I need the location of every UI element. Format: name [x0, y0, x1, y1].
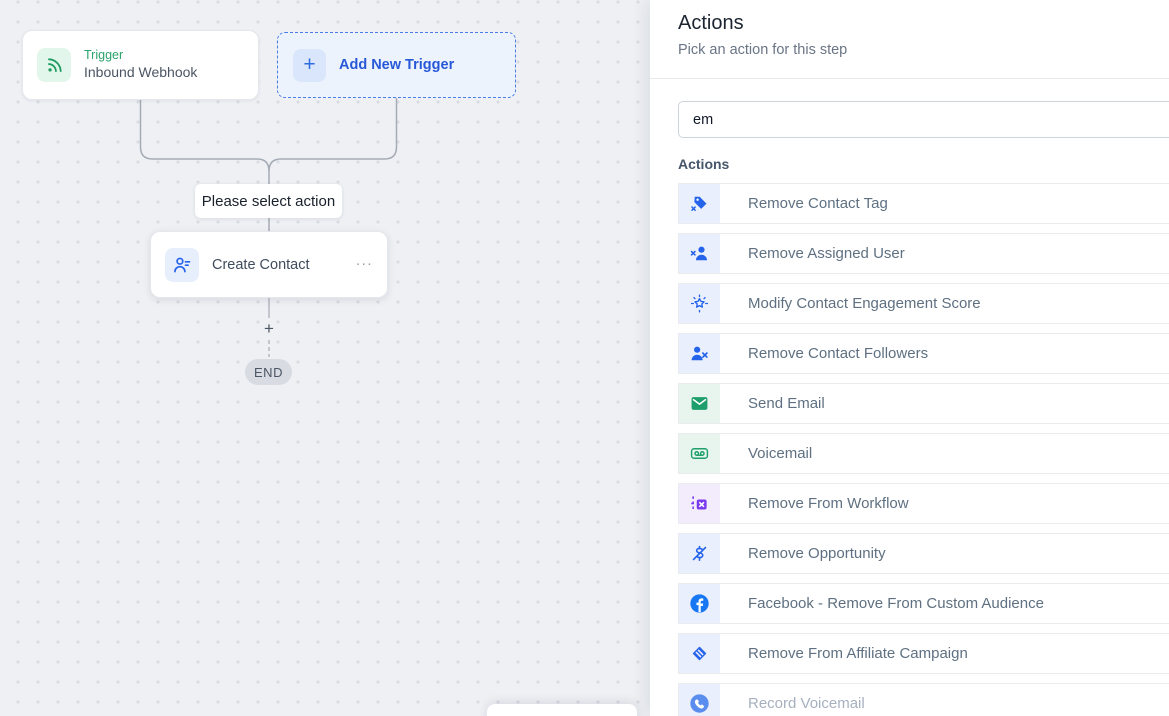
add-new-trigger-button[interactable]: + Add New Trigger: [277, 32, 516, 98]
create-contact-node[interactable]: Create Contact ...: [150, 231, 388, 298]
voicemail-icon: [679, 434, 720, 473]
add-new-trigger-label: Add New Trigger: [339, 57, 454, 73]
action-item-label: Record Voicemail: [748, 695, 865, 712]
action-list-item[interactable]: Remove From Affiliate Campaign: [678, 633, 1169, 674]
followers-remove-icon: [679, 334, 720, 373]
workflow-remove-icon: [679, 484, 720, 523]
engagement-score-icon: [679, 284, 720, 323]
connector-lines: [0, 0, 650, 716]
action-item-label: Facebook - Remove From Custom Audience: [748, 595, 1044, 612]
action-list: Remove Contact Tag Remove Assigned User Mo…: [678, 183, 1169, 716]
facebook-icon: [679, 584, 720, 623]
panel-subtitle: Pick an action for this step: [678, 42, 1169, 58]
action-item-label: Remove From Affiliate Campaign: [748, 645, 968, 662]
action-list-item[interactable]: Record Voicemail: [678, 683, 1169, 716]
action-item-label: Voicemail: [748, 445, 812, 462]
action-list-item[interactable]: Remove Contact Followers: [678, 333, 1169, 374]
opportunity-remove-icon: [679, 534, 720, 573]
action-item-label: Remove Contact Tag: [748, 195, 888, 212]
end-badge: END: [245, 359, 292, 385]
trigger-title: Inbound Webhook: [84, 64, 197, 82]
create-contact-label: Create Contact: [212, 257, 356, 273]
plus-icon: +: [293, 49, 326, 82]
action-list-item[interactable]: Send Email: [678, 383, 1169, 424]
trigger-kicker: Trigger: [84, 48, 197, 64]
action-list-item[interactable]: Facebook - Remove From Custom Audience: [678, 583, 1169, 624]
action-list-item[interactable]: Modify Contact Engagement Score: [678, 283, 1169, 324]
action-list-item[interactable]: Remove Assigned User: [678, 233, 1169, 274]
action-item-label: Remove Contact Followers: [748, 345, 928, 362]
action-search-input[interactable]: [678, 101, 1169, 138]
select-action-hint: Please select action: [195, 184, 342, 218]
actions-panel-header: Actions Pick an action for this step: [650, 0, 1169, 79]
trigger-node[interactable]: Trigger Inbound Webhook: [22, 30, 259, 100]
tag-remove-icon: [679, 184, 720, 223]
action-list-item[interactable]: Remove Opportunity: [678, 533, 1169, 574]
workflow-canvas[interactable]: Trigger Inbound Webhook + Add New Trigge…: [0, 0, 650, 716]
node-menu-ellipsis-icon[interactable]: ...: [356, 258, 373, 271]
actions-panel: Actions Pick an action for this step Act…: [650, 0, 1169, 716]
action-list-item[interactable]: Remove Contact Tag: [678, 183, 1169, 224]
action-item-label: Modify Contact Engagement Score: [748, 295, 981, 312]
actions-section-label: Actions: [678, 156, 1169, 172]
action-item-label: Send Email: [748, 395, 825, 412]
user-remove-icon: [679, 234, 720, 273]
record-voicemail-icon: [679, 684, 720, 716]
action-item-label: Remove From Workflow: [748, 495, 909, 512]
add-step-plus-button[interactable]: +: [259, 319, 279, 339]
action-list-item[interactable]: Voicemail: [678, 433, 1169, 474]
webhook-icon: [37, 48, 71, 82]
affiliate-remove-icon: [679, 634, 720, 673]
canvas-bottom-toolbar[interactable]: [487, 704, 637, 716]
action-list-item[interactable]: Remove From Workflow: [678, 483, 1169, 524]
send-email-icon: [679, 384, 720, 423]
create-contact-icon: [165, 248, 199, 282]
action-item-label: Remove Opportunity: [748, 545, 886, 562]
panel-title: Actions: [678, 12, 1169, 35]
action-item-label: Remove Assigned User: [748, 245, 905, 262]
